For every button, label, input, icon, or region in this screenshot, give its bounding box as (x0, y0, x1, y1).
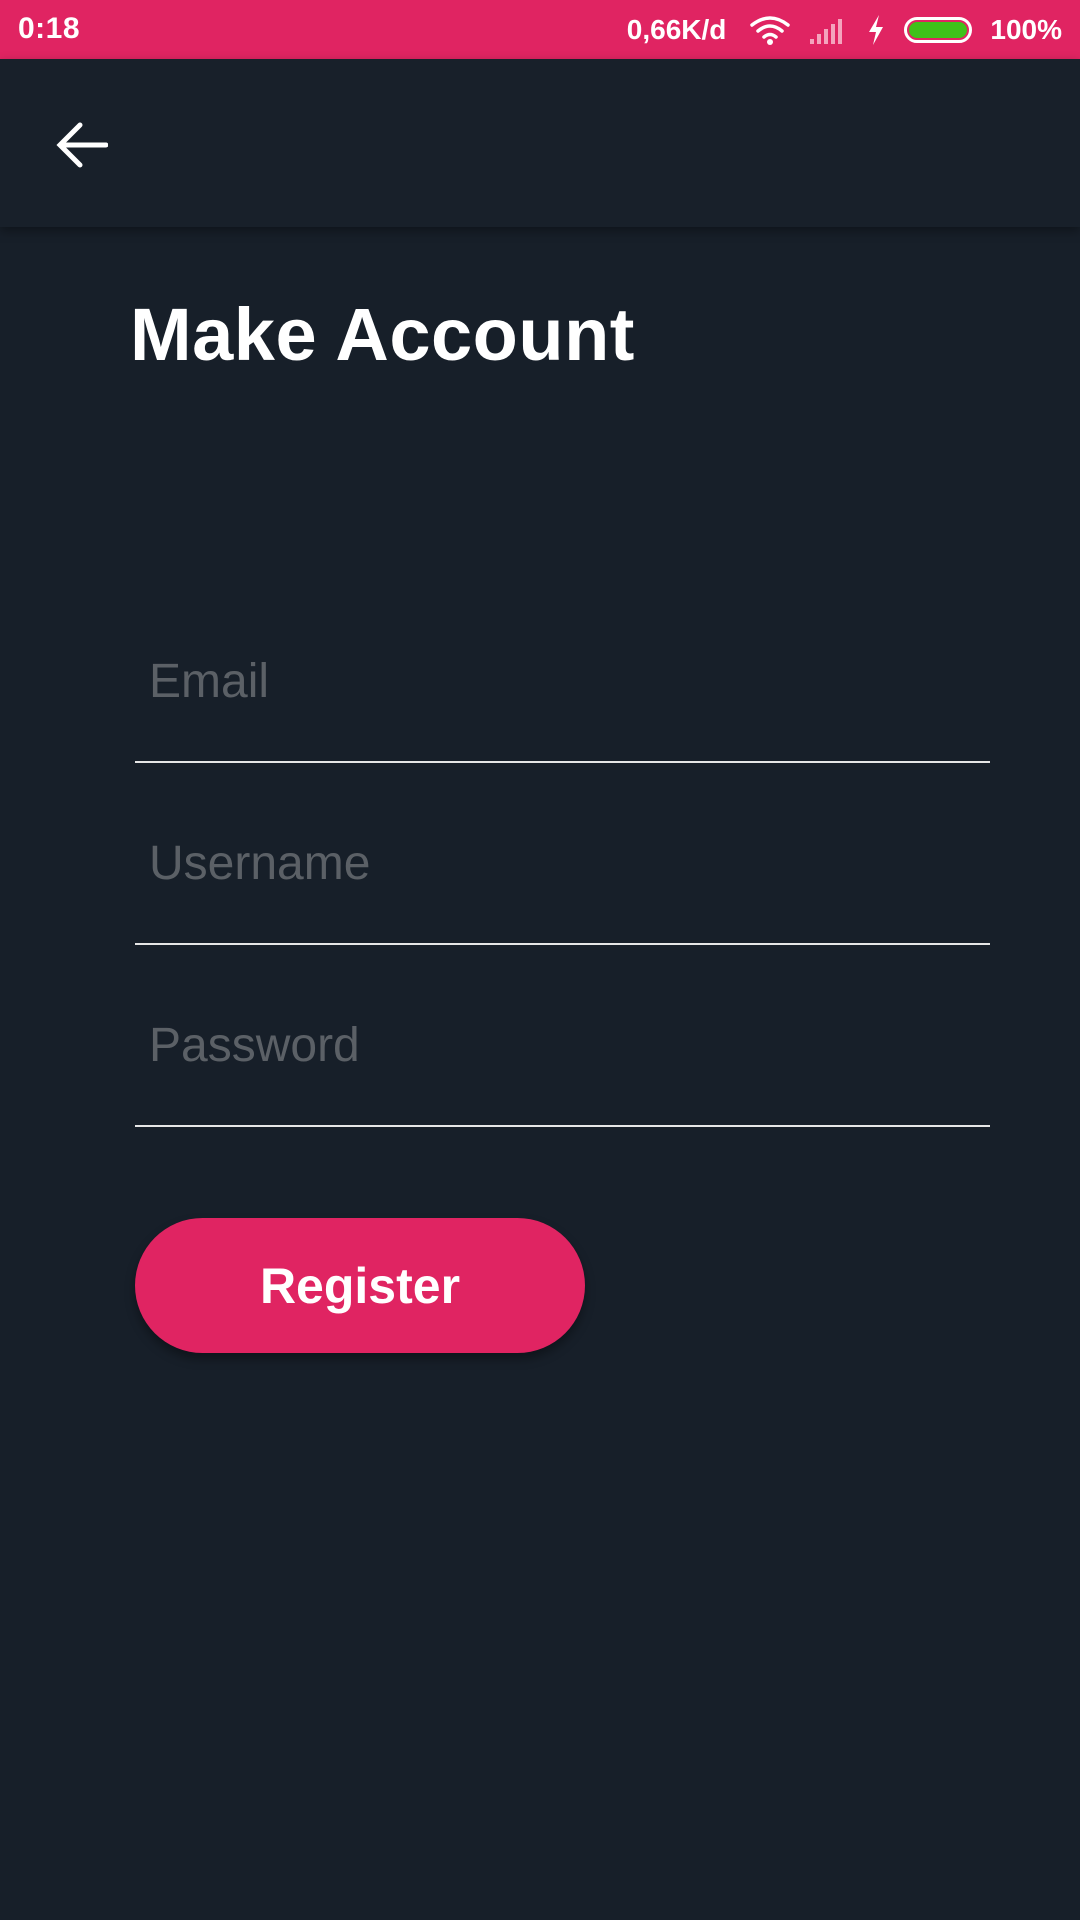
signal-icon (808, 15, 848, 45)
network-speed: 0,66K/d (626, 13, 727, 45)
app-bar (0, 59, 1080, 227)
password-field (135, 1007, 990, 1127)
email-input[interactable] (149, 654, 969, 709)
status-icons: 0,66K/d 100% (627, 0, 1062, 59)
status-time: 0:18 (18, 12, 81, 45)
battery-level-fill (909, 21, 968, 38)
username-field (135, 825, 990, 945)
charging-icon (866, 14, 886, 46)
username-input[interactable] (149, 836, 969, 891)
arrow-left-icon (56, 121, 108, 169)
battery-percent: 100% (990, 13, 1062, 45)
register-button[interactable]: Register (135, 1218, 585, 1353)
email-field (135, 643, 990, 763)
wifi-icon (750, 15, 791, 45)
back-button[interactable] (50, 113, 114, 177)
battery-icon (904, 16, 973, 43)
password-input[interactable] (149, 1018, 969, 1073)
page-title: Make Account (130, 293, 635, 376)
status-bar: 0:18 0,66K/d 100% (0, 0, 1080, 59)
